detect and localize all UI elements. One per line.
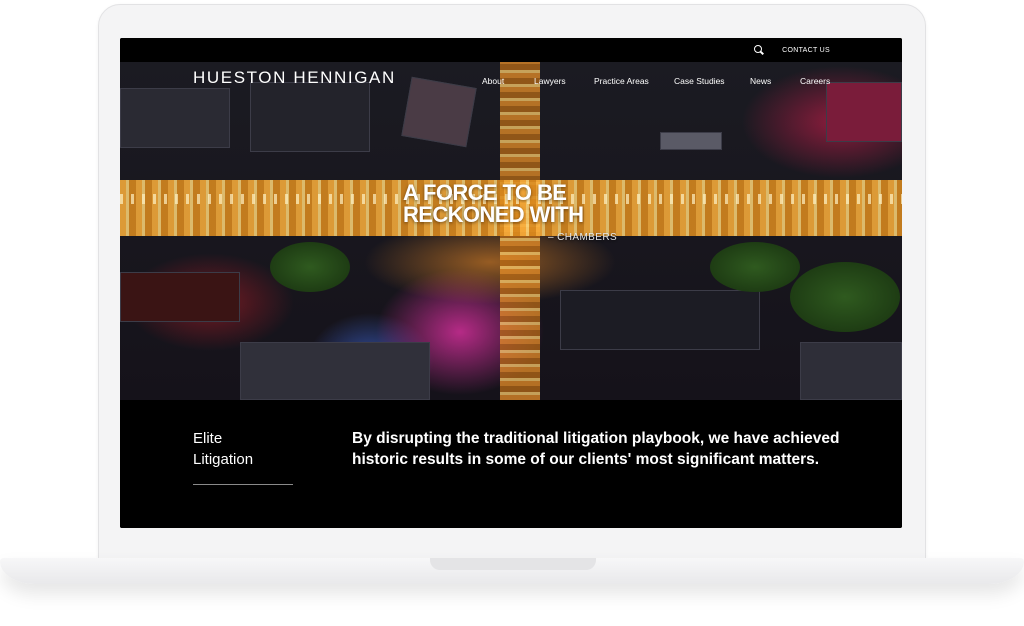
hero-image-building: [660, 132, 722, 150]
intro-statement: By disrupting the traditional litigation…: [352, 430, 840, 468]
hero-attribution: – CHAMBERS: [548, 232, 618, 243]
nav-item-practice-areas[interactable]: Practice Areas: [594, 76, 649, 86]
hero-image-building: [240, 342, 430, 400]
hero-image-building: [826, 82, 902, 142]
section-label: Elite Litigation: [193, 428, 303, 470]
nav-item-news[interactable]: News: [750, 76, 771, 86]
contact-us-link[interactable]: CONTACT US: [782, 47, 830, 54]
hero-image-building: [560, 290, 760, 350]
hero-image-building: [401, 76, 477, 148]
section-divider: [193, 484, 293, 485]
intro-section: Elite Litigation By disrupting the tradi…: [120, 400, 902, 528]
hero-headline-line: A FORCE TO BE: [403, 180, 567, 205]
hero-image-tree: [710, 242, 800, 292]
hero-image-tree: [790, 262, 900, 332]
hero-image-tree: [270, 242, 350, 292]
hero-image-building: [250, 82, 370, 152]
hero-headline: A FORCE TO BE RECKONED WITH: [403, 180, 584, 227]
hero-headline-line: RECKONED WITH: [403, 202, 584, 227]
hero-image-building: [120, 88, 230, 148]
nav-item-lawyers[interactable]: Lawyers: [534, 76, 566, 86]
section-label-line: Elite: [193, 430, 223, 447]
section-label-line: Litigation: [193, 451, 254, 468]
nav-item-case-studies[interactable]: Case Studies: [674, 76, 725, 86]
search-icon[interactable]: [754, 45, 764, 55]
laptop-notch: [430, 558, 596, 570]
nav-item-about[interactable]: About: [482, 76, 504, 86]
website-screen: CONTACT US HUESTON HENNIGAN About Lawyer…: [120, 38, 902, 528]
hero-image-building: [800, 342, 902, 400]
utility-bar: CONTACT US: [120, 38, 902, 62]
site-logo[interactable]: HUESTON HENNIGAN: [193, 68, 396, 88]
nav-item-careers[interactable]: Careers: [800, 76, 830, 86]
hero-section: HUESTON HENNIGAN About Lawyers Practice …: [120, 62, 902, 400]
hero-image-building: [120, 272, 240, 322]
